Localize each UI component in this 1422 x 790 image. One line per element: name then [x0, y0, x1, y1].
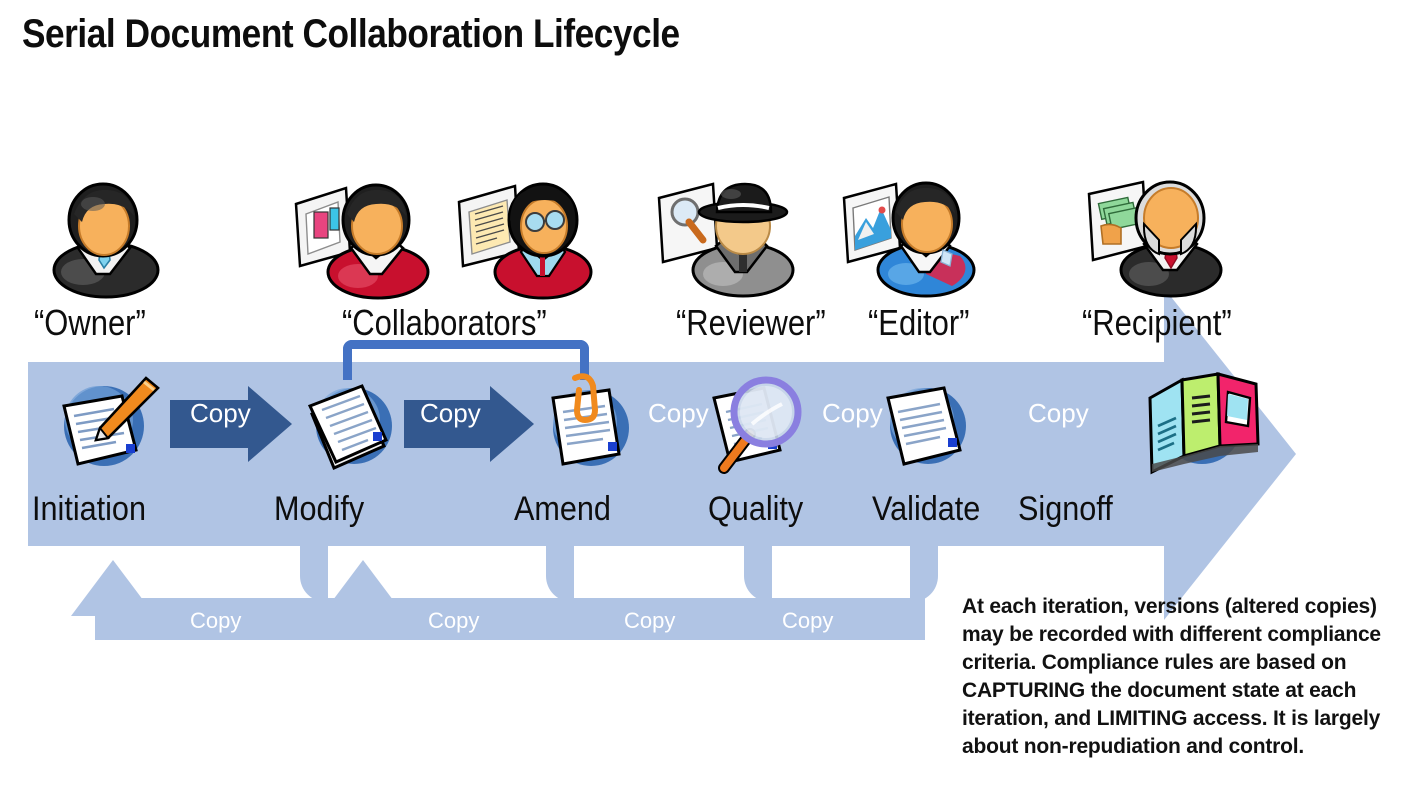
open-brochure-icon	[1140, 368, 1270, 480]
collaborator-woman-red-icon	[455, 180, 595, 300]
stage-label-initiation: Initiation	[32, 490, 146, 528]
editor-blue-shirt-picture-icon	[840, 178, 980, 298]
document-magnifier-icon	[700, 368, 820, 478]
stage-label-signoff: Signoff	[1018, 490, 1113, 528]
copy-label-5: Copy	[1028, 398, 1089, 428]
return-copy-label-4: Copy	[782, 608, 834, 633]
copy-label-3: Copy	[648, 398, 709, 428]
collaborators-red-icon	[290, 180, 440, 300]
return-stem-from-amend	[546, 538, 574, 602]
copy-label-4: Copy	[822, 398, 883, 428]
return-stem-from-modify	[300, 538, 328, 602]
role-label-owner: “Owner”	[34, 302, 146, 343]
stage-label-amend: Amend	[514, 490, 611, 528]
stage-label-validate: Validate	[872, 490, 981, 528]
copy-label-2: Copy	[420, 398, 481, 428]
page-title: Serial Document Collaboration Lifecycle	[22, 12, 680, 56]
document-check-icon	[872, 374, 984, 476]
document-stack-icon	[298, 374, 408, 474]
role-label-collaborators: “Collaborators”	[342, 302, 547, 343]
return-copy-label-2: Copy	[428, 608, 480, 633]
return-copy-label-1: Copy	[190, 608, 242, 633]
role-label-editor: “Editor”	[868, 302, 970, 343]
return-stem-from-quality	[744, 538, 772, 602]
copy-label-1: Copy	[190, 398, 251, 428]
detective-magnifier-icon	[655, 178, 805, 298]
explanatory-note: At each iteration, versions (altered cop…	[962, 595, 1381, 758]
stage-label-quality: Quality	[708, 490, 804, 528]
return-arrowhead-initiation	[71, 560, 155, 616]
businessman-dark-suit-icon	[38, 182, 168, 299]
return-stem-from-validate	[910, 538, 938, 602]
role-label-reviewer: “Reviewer”	[676, 302, 826, 343]
document-pen-icon	[52, 372, 164, 476]
recipient-money-icon	[1085, 178, 1225, 298]
document-clip-icon	[535, 372, 645, 476]
return-arrowhead-modify	[321, 560, 405, 616]
return-copy-label-3: Copy	[624, 608, 676, 633]
diagram-canvas: Serial Document Collaboration Lifecycle …	[0, 0, 1422, 790]
role-label-recipient: “Recipient”	[1082, 302, 1232, 343]
stage-label-modify: Modify	[274, 490, 365, 528]
